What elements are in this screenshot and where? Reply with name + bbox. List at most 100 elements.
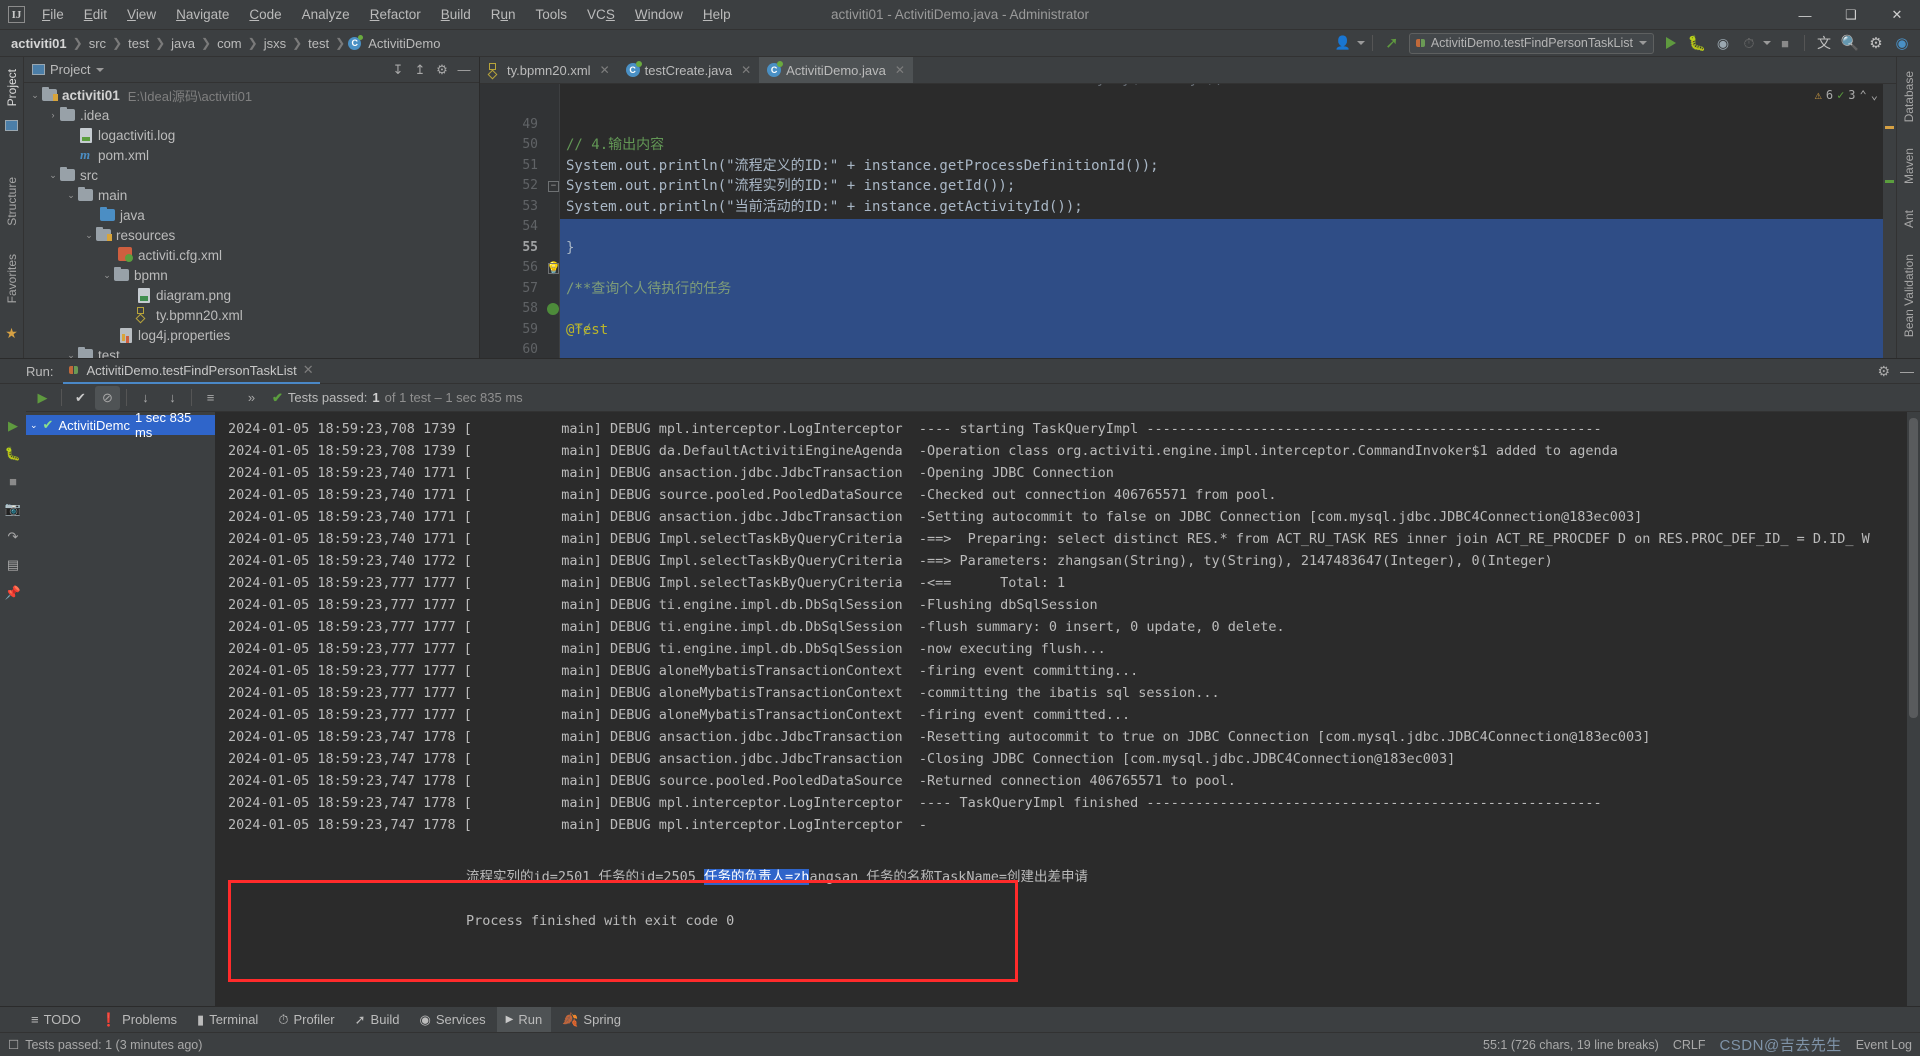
- tab-testcreate-java[interactable]: C testCreate.java ✕: [618, 57, 760, 83]
- bottom-item-run[interactable]: ▶ Run: [496, 1007, 552, 1032]
- inspection-widget[interactable]: ⚠ 6 ✓ 3 ⌃ ⌄: [1815, 88, 1878, 102]
- chevron-down-icon[interactable]: ⌄: [64, 350, 78, 359]
- breadcrumb-item-test2[interactable]: test: [305, 36, 332, 51]
- collapse-all-icon[interactable]: ↥: [409, 60, 431, 80]
- profile-button[interactable]: ⏱: [1737, 32, 1761, 54]
- tree-item-logactiviti-log[interactable]: logactiviti.log: [24, 125, 479, 145]
- chevron-down-icon[interactable]: ⌄: [30, 420, 38, 431]
- chevron-right-icon[interactable]: ›: [46, 110, 60, 120]
- menu-view[interactable]: View: [117, 3, 166, 26]
- gear-icon[interactable]: ⚙: [1864, 32, 1888, 54]
- menu-run[interactable]: Run: [481, 3, 526, 26]
- build-hammer-icon[interactable]: ➚: [1380, 32, 1404, 54]
- fold-marker-icon[interactable]: −: [548, 263, 559, 274]
- code-line[interactable]: 55 💡 /**: [480, 217, 1896, 297]
- tab-activitidemo-java[interactable]: C ActivitiDemo.java ✕: [759, 57, 913, 83]
- run-configuration-selector[interactable]: ActivitiDemo.testFindPersonTaskList: [1408, 32, 1654, 54]
- chevron-down-icon[interactable]: [96, 67, 105, 72]
- debug-button[interactable]: 🐛: [1685, 32, 1709, 54]
- sidebar-item-bean-validation[interactable]: Bean Validation: [1900, 248, 1918, 343]
- tree-item-activiti01[interactable]: ⌄ activiti01 E:\Ideal源码\activiti01: [24, 85, 479, 105]
- tree-item-activiti-cfg-xml[interactable]: activiti.cfg.xml: [24, 245, 479, 265]
- tree-item-pom-xml[interactable]: m pom.xml: [24, 145, 479, 165]
- code-line[interactable]: 54: [480, 197, 1896, 234]
- tab-ty-bpmn20-xml[interactable]: ty.bpmn20.xml ✕: [480, 57, 618, 83]
- breadcrumb-item-class[interactable]: ActivitiDemo: [365, 36, 443, 51]
- rerun-tests-button[interactable]: ▶: [30, 386, 55, 410]
- stop-icon[interactable]: ■: [9, 474, 17, 489]
- translate-icon[interactable]: 文: [1812, 32, 1836, 54]
- breadcrumb-item-test[interactable]: test: [125, 36, 152, 51]
- close-icon[interactable]: ✕: [895, 63, 905, 77]
- code-line[interactable]: 49 // 4.输出内容: [480, 94, 1896, 154]
- line-separator[interactable]: CRLF: [1673, 1038, 1706, 1052]
- sort-by-duration-button[interactable]: ↓: [160, 386, 185, 410]
- project-window-icon[interactable]: [5, 120, 18, 132]
- close-icon[interactable]: ✕: [303, 362, 314, 378]
- console-scrollbar[interactable]: [1907, 412, 1920, 1006]
- scrollbar-thumb[interactable]: [1909, 418, 1918, 718]
- bottom-item-profiler[interactable]: ⏱ Profiler: [269, 1007, 343, 1032]
- prev-highlight-icon[interactable]: ⌃: [1860, 88, 1867, 102]
- tree-item-main[interactable]: ⌄ main: [24, 185, 479, 205]
- sort-alphabetically-button[interactable]: ↓: [133, 386, 158, 410]
- code-line[interactable]: 61 ProcessEngine processEngine = Process…: [480, 340, 1896, 358]
- next-highlight-icon[interactable]: ⌄: [1871, 88, 1878, 102]
- menu-analyze[interactable]: Analyze: [292, 3, 360, 26]
- menu-edit[interactable]: Edit: [74, 3, 117, 26]
- gear-icon[interactable]: ⚙: [431, 60, 453, 80]
- console-output[interactable]: 2024-01-05 18:59:23,708 1739 [ main] DEB…: [216, 412, 1920, 1006]
- chevron-down-icon[interactable]: ⌄: [46, 170, 60, 181]
- menu-vcs[interactable]: VCS: [577, 3, 625, 26]
- menu-navigate[interactable]: Navigate: [166, 3, 239, 26]
- print-icon[interactable]: ▤: [7, 557, 19, 573]
- sidebar-item-ant[interactable]: Ant: [1900, 204, 1918, 234]
- more-options-button[interactable]: »: [239, 386, 264, 410]
- close-icon[interactable]: ✕: [600, 63, 610, 77]
- chevron-down-icon[interactable]: ⌄: [82, 230, 96, 241]
- breadcrumb-item-jsxs[interactable]: jsxs: [261, 36, 289, 51]
- search-icon[interactable]: 🔍: [1838, 32, 1862, 54]
- expand-all-button[interactable]: ≡: [198, 386, 223, 410]
- code-line[interactable]: 53 − }: [480, 176, 1896, 256]
- tree-item-ty-bpmn20-xml[interactable]: ty.bpmn20.xml: [24, 305, 479, 325]
- code-line[interactable]: 59 public void testFindPersonTaskList() …: [480, 299, 1896, 337]
- pin-icon[interactable]: 📌: [5, 585, 21, 601]
- show-ignored-button[interactable]: ⊘: [95, 385, 120, 410]
- fold-marker-icon[interactable]: −: [548, 181, 559, 192]
- menu-build[interactable]: Build: [431, 3, 481, 26]
- chevron-down-icon[interactable]: [1356, 41, 1365, 45]
- run-test-gutter-icon[interactable]: [547, 303, 559, 315]
- menu-code[interactable]: Code: [239, 3, 291, 26]
- hide-window-icon[interactable]: —: [453, 60, 475, 80]
- run-with-coverage-button[interactable]: ◉: [1711, 32, 1735, 54]
- run-tab-activitidemo[interactable]: ActivitiDemo.testFindPersonTaskList ✕: [63, 359, 320, 384]
- menu-tools[interactable]: Tools: [526, 3, 578, 26]
- tree-item-log4j-properties[interactable]: log4j.properties: [24, 325, 479, 345]
- sidebar-item-structure[interactable]: Structure: [3, 171, 21, 232]
- run-button[interactable]: [1659, 32, 1683, 54]
- tree-item-src[interactable]: ⌄ src: [24, 165, 479, 185]
- sidebar-item-favorites[interactable]: Favorites: [3, 248, 21, 309]
- code-editor[interactable]: ⚠ 6 ✓ 3 ⌃ ⌄ ProcessInstance instance = r…: [480, 84, 1896, 358]
- chevron-down-icon[interactable]: [1763, 41, 1771, 45]
- bottom-item-spring[interactable]: 🍂 Spring: [553, 1007, 630, 1032]
- event-log-button[interactable]: Event Log: [1856, 1038, 1912, 1052]
- hide-window-icon[interactable]: —: [1900, 363, 1914, 380]
- breadcrumb-item-com[interactable]: com: [214, 36, 245, 51]
- menu-window[interactable]: Window: [625, 3, 693, 26]
- chevron-down-icon[interactable]: ⌄: [28, 90, 42, 101]
- breadcrumb-item-project[interactable]: activiti01: [8, 36, 70, 51]
- code-line[interactable]: 60 // 1. 获取流程引擎: [480, 320, 1896, 357]
- tree-item-main-java[interactable]: java: [24, 205, 479, 225]
- rerun-icon[interactable]: ▶: [8, 418, 18, 434]
- sidebar-item-database[interactable]: Database: [1900, 65, 1918, 128]
- chevron-down-icon[interactable]: ⌄: [64, 190, 78, 201]
- chevron-down-icon[interactable]: [1639, 41, 1647, 45]
- bottom-item-terminal[interactable]: ▮ Terminal: [188, 1007, 267, 1032]
- code-line[interactable]: 50 System.out.println("流程定义的ID:" + insta…: [480, 115, 1896, 174]
- gear-icon[interactable]: ⚙: [1877, 363, 1890, 380]
- tree-item-diagram-png[interactable]: diagram.png: [24, 285, 479, 305]
- export-icon[interactable]: ↷: [8, 529, 19, 545]
- maximize-button[interactable]: ❑: [1828, 0, 1874, 30]
